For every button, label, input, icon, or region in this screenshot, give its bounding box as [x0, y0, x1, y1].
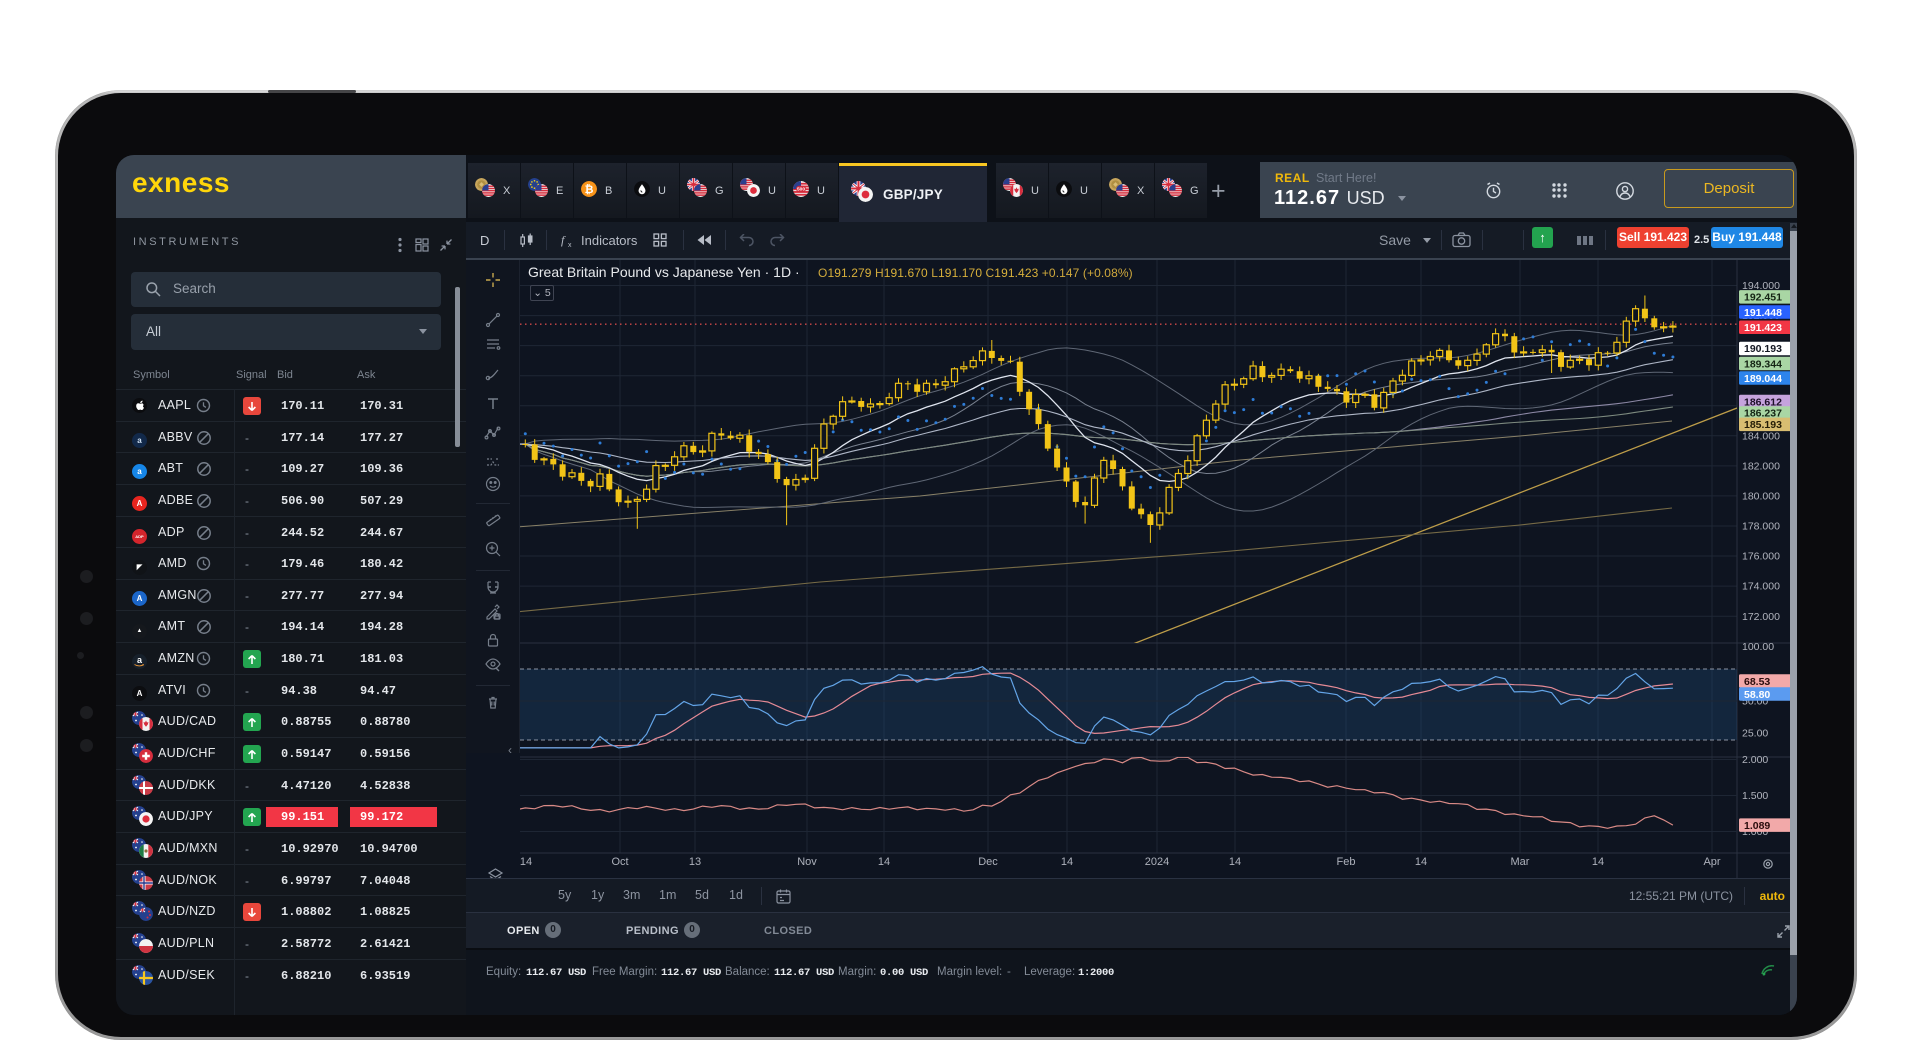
svg-text:184.000: 184.000 — [1742, 430, 1780, 442]
svg-text:58.80: 58.80 — [1744, 689, 1770, 701]
svg-text:100.00: 100.00 — [1742, 641, 1774, 653]
svg-text:189.044: 189.044 — [1744, 373, 1782, 385]
svg-text:14: 14 — [878, 856, 890, 868]
svg-text:Apr: Apr — [1703, 856, 1720, 868]
svg-text:2.000: 2.000 — [1742, 754, 1768, 766]
svg-text:2024: 2024 — [1145, 856, 1169, 868]
svg-text:500: 500 — [797, 186, 805, 192]
svg-text:190.193: 190.193 — [1744, 343, 1782, 355]
svg-text:x: x — [568, 242, 572, 248]
svg-text:191.423: 191.423 — [1744, 322, 1782, 334]
svg-text:196.000: 196.000 — [1742, 260, 1780, 262]
svg-text:25.00: 25.00 — [1742, 728, 1768, 740]
svg-text:14: 14 — [1415, 856, 1427, 868]
svg-text:182.000: 182.000 — [1742, 461, 1780, 473]
svg-text:Feb: Feb — [1337, 856, 1356, 868]
svg-text:Mar: Mar — [1511, 856, 1530, 868]
svg-text:f: f — [561, 233, 566, 247]
svg-text:14: 14 — [1592, 856, 1604, 868]
svg-text:68.53: 68.53 — [1744, 676, 1770, 688]
svg-text:14: 14 — [1061, 856, 1073, 868]
svg-text:172.000: 172.000 — [1742, 611, 1780, 623]
svg-text:176.000: 176.000 — [1742, 551, 1780, 563]
svg-text:191.448: 191.448 — [1744, 307, 1782, 319]
svg-text:14: 14 — [520, 856, 532, 868]
svg-text:180.000: 180.000 — [1742, 491, 1780, 503]
svg-text:Dec: Dec — [978, 856, 998, 868]
svg-text:178.000: 178.000 — [1742, 521, 1780, 533]
svg-text:189.344: 189.344 — [1744, 358, 1782, 370]
svg-text:₿: ₿ — [585, 183, 594, 195]
svg-text:192.451: 192.451 — [1744, 292, 1782, 304]
svg-text:Nov: Nov — [797, 856, 817, 868]
svg-text:Oct: Oct — [611, 856, 628, 868]
svg-text:174.000: 174.000 — [1742, 581, 1780, 593]
svg-text:13: 13 — [689, 856, 701, 868]
svg-text:14: 14 — [1229, 856, 1241, 868]
svg-text:185.193: 185.193 — [1744, 419, 1782, 431]
svg-text:1.500: 1.500 — [1742, 790, 1768, 802]
svg-text:1.089: 1.089 — [1744, 820, 1770, 832]
